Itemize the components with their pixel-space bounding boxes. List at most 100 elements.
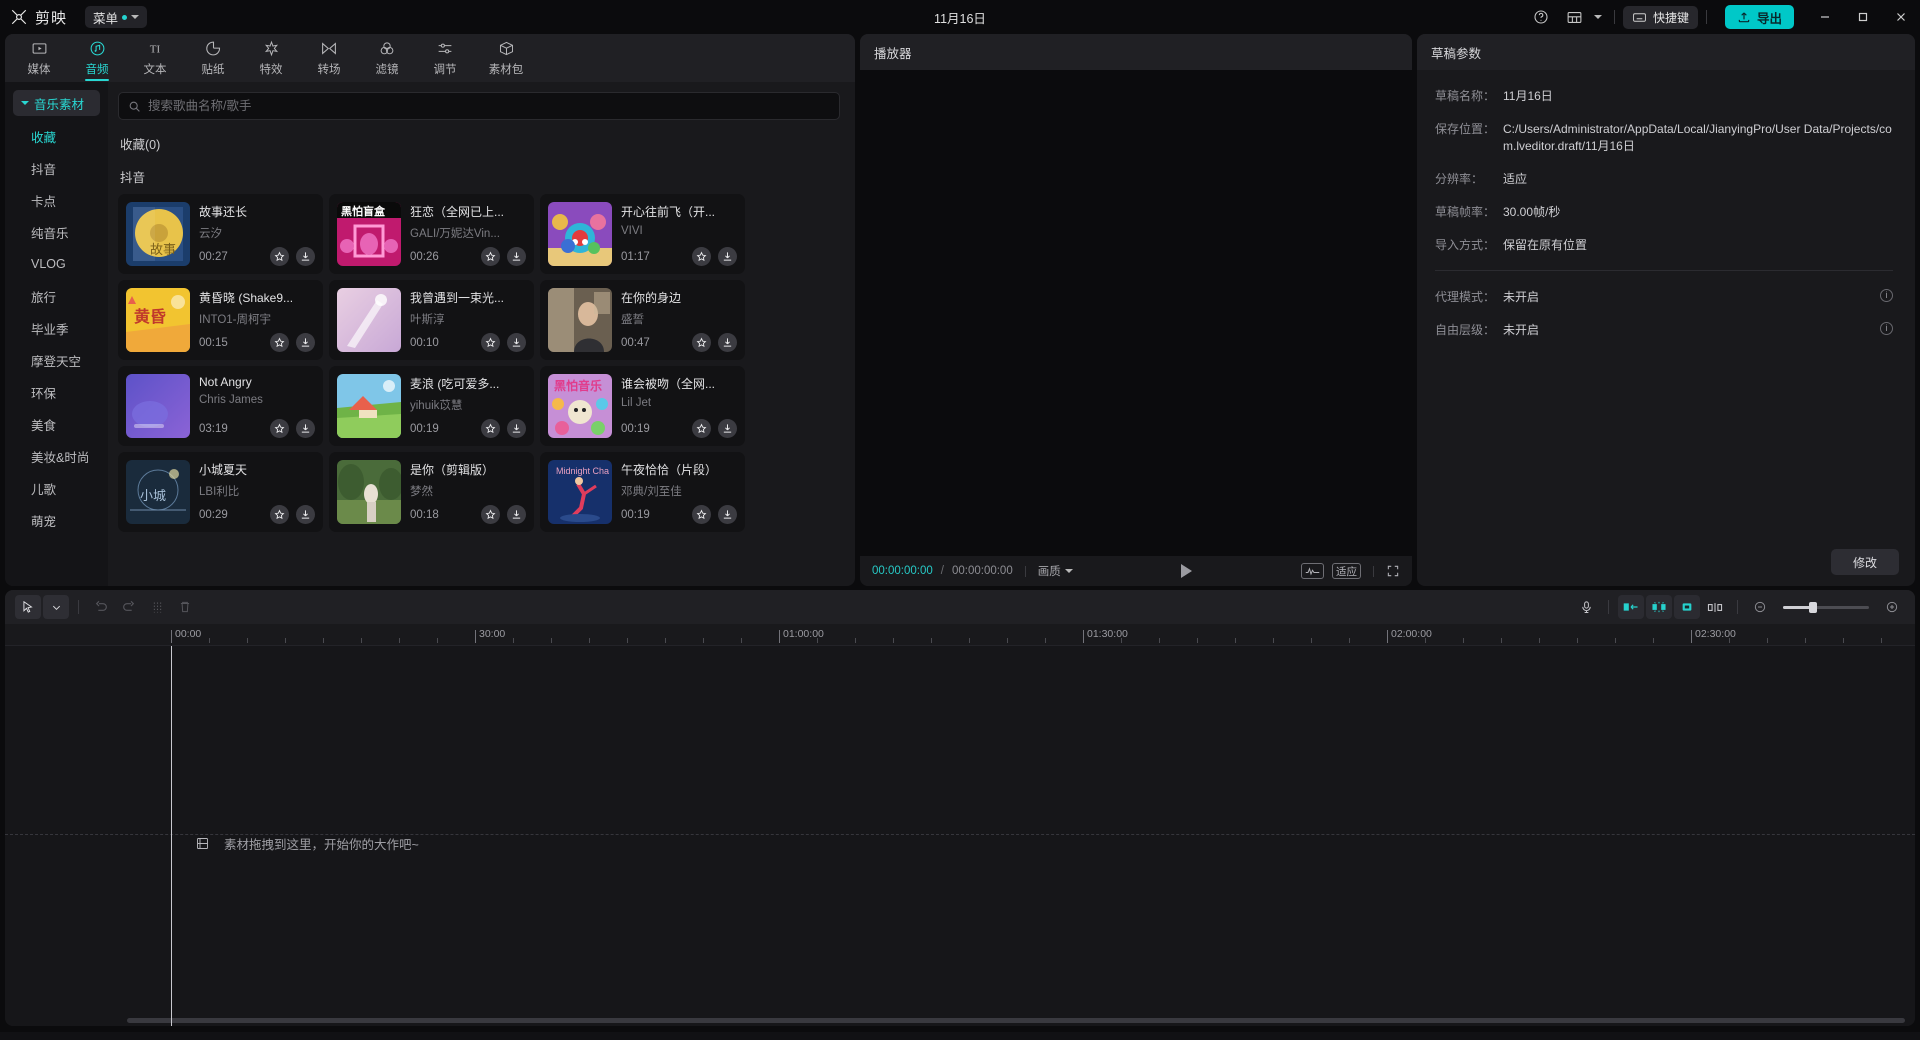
category-item-pets[interactable]: 萌宠 [5,504,108,536]
song-card[interactable]: 故事 故事还长 云汐 00:27 [118,194,323,274]
play-icon[interactable] [1181,564,1193,578]
category-item-graduation[interactable]: 毕业季 [5,312,108,344]
tab-filter[interactable]: 滤镜 [359,35,415,81]
fit-button[interactable]: 适应 [1332,563,1361,579]
download-icon[interactable] [718,247,737,266]
song-card[interactable]: 黄昏 黄昏晓 (Shake9... INTO1-周柯宇 00:15 [118,280,323,360]
player-stage[interactable] [860,70,1412,556]
download-icon[interactable] [507,333,526,352]
minimize-button[interactable] [1806,0,1844,34]
zoom-in-button[interactable] [1879,595,1905,619]
timeline-canvas[interactable]: 素材拖拽到这里，开始你的大作吧~ [5,646,1915,1026]
help-circle-icon[interactable] [1526,2,1556,32]
song-card[interactable]: 麦浪 (吃可爱多... yihuik苡慧 00:19 [329,366,534,446]
category-item-kadian[interactable]: 卡点 [5,184,108,216]
timeline-horizontal-scrollbar[interactable] [127,1018,1905,1023]
star-icon[interactable] [692,505,711,524]
quality-dropdown[interactable]: 画质 [1038,563,1073,579]
playhead[interactable] [171,646,172,1026]
song-duration: 00:15 [199,336,228,349]
download-icon[interactable] [507,247,526,266]
star-icon[interactable] [481,333,500,352]
info-icon[interactable]: i [1880,289,1893,302]
zoom-slider[interactable] [1783,601,1869,613]
clip-left-button[interactable] [1618,595,1644,619]
star-icon[interactable] [692,333,711,352]
tab-transition[interactable]: 转场 [301,35,357,81]
category-item-vlog[interactable]: VLOG [5,248,108,280]
song-artist: 邓典/刘至佳 [621,486,682,498]
search-bar[interactable] [118,92,840,120]
category-item-kids-songs[interactable]: 儿歌 [5,472,108,504]
download-icon[interactable] [507,505,526,524]
close-button[interactable] [1882,0,1920,34]
download-icon[interactable] [507,419,526,438]
tab-text[interactable]: TI 文本 [127,35,183,81]
tab-audio[interactable]: 音频 [69,35,125,81]
category-item-travel[interactable]: 旅行 [5,280,108,312]
song-card[interactable]: 在你的身边 盛誓 00:47 [540,280,745,360]
auto-snap-button[interactable] [1646,595,1672,619]
category-root-music[interactable]: 音乐素材 [13,90,100,116]
category-item-beauty-fashion[interactable]: 美妆&时尚 [5,440,108,472]
category-item-modernsky[interactable]: 摩登天空 [5,344,108,376]
download-icon[interactable] [296,419,315,438]
clip-right-button[interactable] [1674,595,1700,619]
layout-switch-button[interactable] [1556,2,1606,32]
info-icon[interactable]: i [1880,322,1893,335]
keyframe-split-button[interactable] [1702,595,1728,619]
maximize-button[interactable] [1844,0,1882,34]
zoom-slider-handle[interactable] [1809,601,1817,613]
undo-button[interactable] [88,595,114,619]
menu-button[interactable]: 菜单 [85,6,148,28]
song-card[interactable]: Not Angry Chris James 03:19 [118,366,323,446]
search-input[interactable] [148,99,830,113]
export-button[interactable]: 导出 [1724,5,1794,29]
redo-button[interactable] [116,595,142,619]
song-card[interactable]: 黑怕盲盒 狂恋（全网已上... GALI/万妮达Vin... 00:26 [329,194,534,274]
fullscreen-icon[interactable] [1386,564,1400,578]
download-icon[interactable] [296,247,315,266]
song-card[interactable]: Midnight Cha 午夜恰恰（片段） 邓典/刘至佳 00:19 [540,452,745,532]
tab-sticker[interactable]: 贴纸 [185,35,241,81]
download-icon[interactable] [718,419,737,438]
star-icon[interactable] [270,505,289,524]
split-button[interactable] [144,595,170,619]
record-audio-button[interactable] [1573,595,1599,619]
zoom-out-button[interactable] [1747,595,1773,619]
star-icon[interactable] [692,247,711,266]
song-card[interactable]: 小城 小城夏天 LBI利比 00:29 [118,452,323,532]
tab-adjust[interactable]: 调节 [417,35,473,81]
song-card[interactable]: 黑怕音乐 谁会被吻（全网... Lil Jet 00:19 [540,366,745,446]
category-item-instrumental[interactable]: 纯音乐 [5,216,108,248]
category-item-favorites[interactable]: 收藏 [5,120,108,152]
delete-button[interactable] [172,595,198,619]
modify-button[interactable]: 修改 [1830,549,1899,575]
category-item-food[interactable]: 美食 [5,408,108,440]
star-icon[interactable] [481,419,500,438]
tab-material-pack[interactable]: 素材包 [475,35,537,81]
download-icon[interactable] [296,333,315,352]
timeline-ruler[interactable]: 00:00 30:00 01:00:00 01:30:00 02:00:00 0… [5,624,1915,646]
star-icon[interactable] [692,419,711,438]
star-icon[interactable] [481,247,500,266]
star-icon[interactable] [270,419,289,438]
star-icon[interactable] [270,247,289,266]
song-card[interactable]: 是你（剪辑版） 梦然 00:18 [329,452,534,532]
tab-media[interactable]: 媒体 [11,35,67,81]
select-tool[interactable] [15,595,41,619]
download-icon[interactable] [718,333,737,352]
download-icon[interactable] [296,505,315,524]
star-icon[interactable] [481,505,500,524]
shortcut-button[interactable]: 快捷键 [1622,5,1698,29]
download-icon[interactable] [718,505,737,524]
star-icon[interactable] [270,333,289,352]
category-item-douyin[interactable]: 抖音 [5,152,108,184]
song-card[interactable]: 开心往前飞（开... VIVI 01:17 [540,194,745,274]
category-item-environment[interactable]: 环保 [5,376,108,408]
tab-effects[interactable]: 特效 [243,35,299,81]
waveform-icon[interactable] [1301,563,1324,579]
song-card[interactable]: 我曾遇到一束光... 叶斯淳 00:10 [329,280,534,360]
select-tool-dropdown[interactable] [43,595,69,619]
song-cover [548,202,612,266]
